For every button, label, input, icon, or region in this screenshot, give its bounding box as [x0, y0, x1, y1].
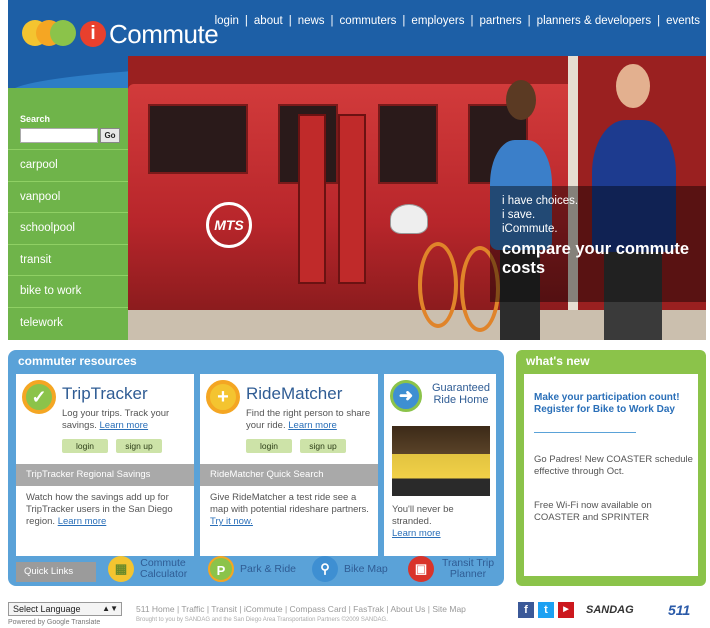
- ridematcher-desc: Find the right person to share your ride…: [246, 408, 371, 431]
- hero-line-1: i have choices.: [502, 195, 579, 207]
- footer-links[interactable]: 511 Home | Traffic | Transit | iCommute …: [136, 604, 466, 614]
- hero-line-3: iCommute.: [502, 223, 558, 235]
- triptracker-login-button[interactable]: login: [62, 439, 108, 453]
- facebook-icon[interactable]: f: [518, 602, 534, 618]
- ridematcher-quick-search-header[interactable]: RideMatcher Quick Search: [200, 464, 378, 486]
- search-label: Search: [20, 114, 51, 124]
- ridematcher-quick-search-desc: Give RideMatcher a test ride see a map w…: [210, 492, 369, 527]
- triptracker-desc: Log your trips. Track your savings. Lear…: [62, 408, 170, 431]
- social-links: f t ▶: [518, 602, 574, 618]
- quick-links-bar: Quick Links ▦ Commute Calculator P Park …: [16, 556, 496, 586]
- icommute-logo[interactable]: i Commute: [22, 16, 219, 52]
- logo-circles-icon: [22, 16, 86, 52]
- nav-news[interactable]: news: [298, 15, 325, 27]
- arrow-right-icon: ➜: [390, 380, 422, 412]
- whats-new-box: Make your participation count! Register …: [524, 374, 698, 576]
- whats-new: what's new Make your participation count…: [516, 350, 706, 586]
- news-item[interactable]: Go Padres! New COASTER schedule effectiv…: [534, 454, 694, 478]
- plus-icon: +: [206, 380, 240, 414]
- search-input[interactable]: [20, 128, 98, 143]
- nav-planners-developers[interactable]: planners & developers: [537, 15, 651, 27]
- savings-learn-more[interactable]: Learn more: [58, 516, 107, 527]
- grh-learn-more[interactable]: Learn more: [392, 528, 441, 539]
- nav-employers[interactable]: employers: [411, 15, 464, 27]
- quick-links-label: Quick Links: [16, 562, 96, 582]
- ridematcher-learn-more[interactable]: Learn more: [288, 420, 337, 431]
- youtube-icon[interactable]: ▶: [558, 602, 574, 618]
- sidebar-menu: carpool vanpool schoolpool transit bike …: [8, 149, 128, 338]
- taxi-image: [392, 426, 490, 496]
- nav-commuters[interactable]: commuters: [340, 15, 397, 27]
- grh-desc: You'll never be stranded. Learn more: [392, 504, 454, 539]
- bike-helmet: [390, 204, 428, 234]
- go-button[interactable]: Go: [100, 128, 120, 143]
- nav-partners[interactable]: partners: [479, 15, 521, 27]
- sidebar: Search Go carpool vanpool schoolpool tra…: [8, 88, 128, 340]
- whats-new-headline[interactable]: Make your participation count! Register …: [534, 392, 694, 416]
- sidebar-item-telework[interactable]: telework: [8, 306, 128, 339]
- hero-banner[interactable]: MTS i have choices. i save. iCommute. co…: [128, 56, 706, 340]
- try-it-now-link[interactable]: Try it now.: [210, 516, 253, 527]
- ridematcher-signup-button[interactable]: sign up: [300, 439, 346, 453]
- ridematcher-panel: + RideMatcher Find the right person to s…: [200, 374, 378, 556]
- hero-headline: compare your commute costs: [502, 240, 690, 277]
- nav-login[interactable]: login: [215, 15, 239, 27]
- hero-caption[interactable]: i have choices. i save. iCommute. compar…: [490, 186, 706, 302]
- triptracker-savings-header[interactable]: TripTracker Regional Savings: [16, 464, 194, 486]
- nav-about[interactable]: about: [254, 15, 283, 27]
- sandag-logo[interactable]: SANDAG: [586, 604, 634, 616]
- parking-icon: P: [208, 556, 234, 582]
- sidebar-item-transit[interactable]: transit: [8, 243, 128, 276]
- sidebar-item-bike-to-work[interactable]: bike to work: [8, 275, 128, 307]
- ridematcher-login-button[interactable]: login: [246, 439, 292, 453]
- twitter-icon[interactable]: t: [538, 602, 554, 618]
- triptracker-title[interactable]: TripTracker: [62, 384, 148, 404]
- mts-logo: MTS: [206, 202, 252, 248]
- hero-line-2: i save.: [502, 209, 536, 221]
- sidebar-item-schoolpool[interactable]: schoolpool: [8, 212, 128, 244]
- commuter-resources: commuter resources ✓ TripTracker Log you…: [8, 350, 504, 586]
- news-item[interactable]: Free Wi-Fi now available on COASTER and …: [534, 500, 694, 524]
- calculator-icon: ▦: [108, 556, 134, 582]
- top-navigation: login | about | news | commuters | employers | par…: [214, 15, 700, 27]
- ridematcher-title[interactable]: RideMatcher: [246, 384, 342, 404]
- triptracker-signup-button[interactable]: sign up: [116, 439, 162, 453]
- bike-icon: ⚲: [312, 556, 338, 582]
- whats-new-title: what's new: [526, 354, 590, 368]
- bus-icon: ▣: [408, 556, 434, 582]
- triptracker-savings-desc: Watch how the savings add up for TripTra…: [26, 492, 173, 527]
- nav-events[interactable]: events: [666, 15, 700, 27]
- quick-link-park-ride[interactable]: P Park & Ride: [208, 556, 296, 582]
- quick-link-commute-calculator[interactable]: ▦ Commute Calculator: [108, 556, 187, 582]
- grh-title[interactable]: Guaranteed Ride Home: [428, 382, 494, 406]
- footer-credit: Brought to you by SANDAG and the San Die…: [136, 617, 388, 623]
- sidebar-item-carpool[interactable]: carpool: [8, 149, 128, 181]
- powered-by-google-translate: Powered by Google Translate: [8, 619, 101, 626]
- sidebar-item-vanpool[interactable]: vanpool: [8, 180, 128, 213]
- logo-wordmark: Commute: [109, 18, 219, 49]
- triptracker-learn-more[interactable]: Learn more: [100, 420, 149, 431]
- checkmark-icon: ✓: [22, 380, 56, 414]
- section-title: commuter resources: [18, 354, 137, 368]
- language-select[interactable]: Select Language ▲▼: [8, 602, 122, 616]
- footer: Select Language ▲▼ Powered by Google Tran…: [8, 596, 706, 628]
- guaranteed-ride-home-panel: ➜ Guaranteed Ride Home You'll never be s…: [384, 374, 496, 556]
- 511-logo[interactable]: 511: [668, 602, 690, 618]
- triptracker-panel: ✓ TripTracker Log your trips. Track your…: [16, 374, 194, 556]
- quick-link-bike-map[interactable]: ⚲ Bike Map: [312, 556, 388, 582]
- quick-link-transit-trip-planner[interactable]: ▣ Transit Trip Planner: [408, 556, 496, 582]
- logo-i-mark: i: [80, 21, 106, 47]
- chevron-down-icon: ▲▼: [102, 604, 118, 613]
